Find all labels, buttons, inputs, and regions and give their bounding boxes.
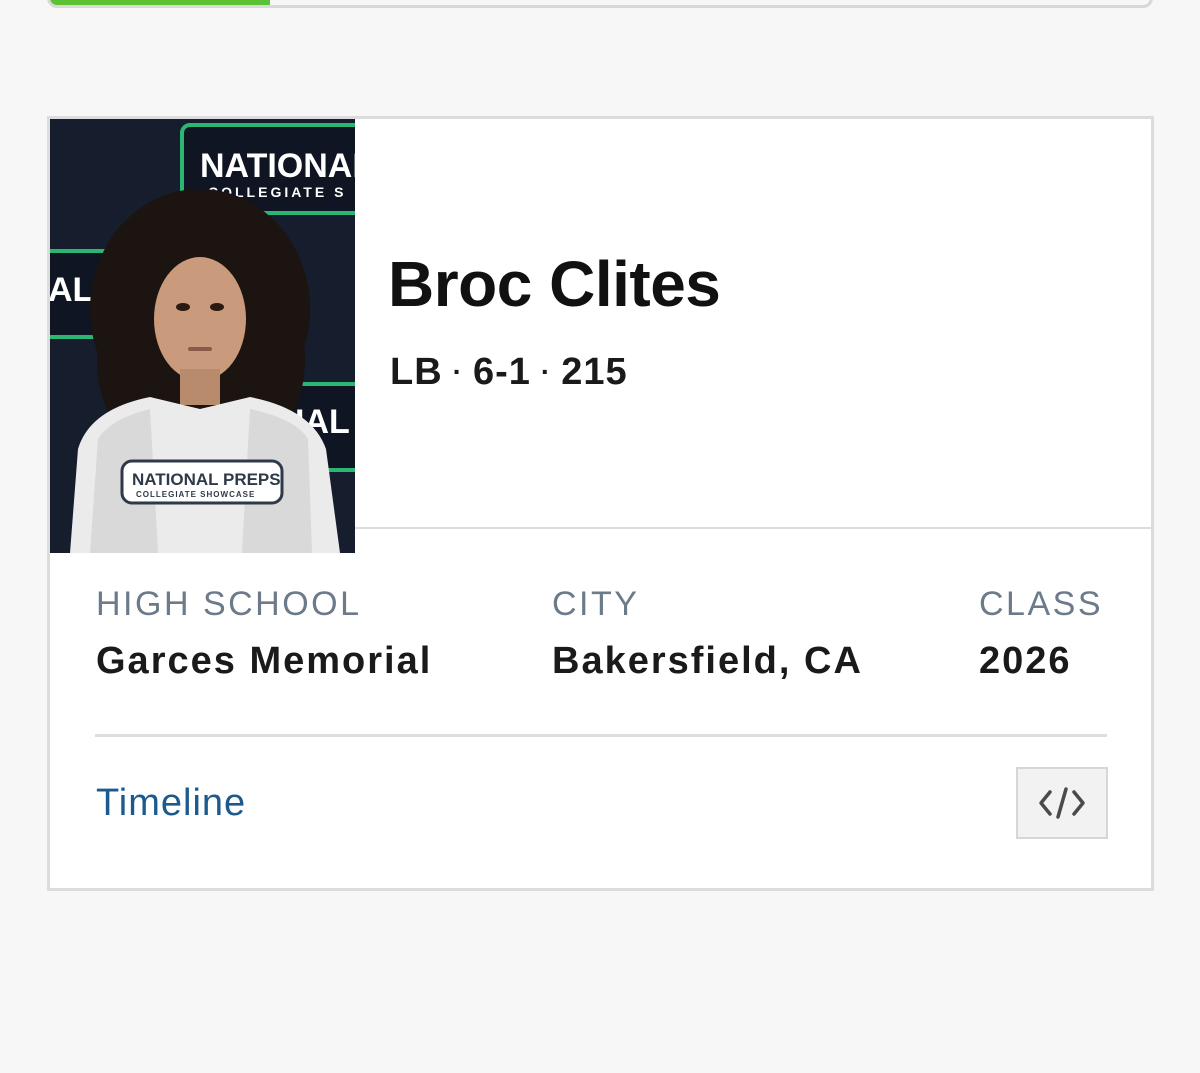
class-label: CLASS bbox=[979, 585, 1103, 623]
player-height: 6-1 bbox=[472, 351, 531, 393]
separator-dot: · bbox=[540, 356, 552, 387]
divider bbox=[95, 734, 1107, 737]
class-info: CLASS 2026 bbox=[979, 585, 1103, 683]
high-school-info: HIGH SCHOOL Garces Memorial bbox=[96, 585, 432, 683]
progress-bar bbox=[47, 0, 1153, 8]
photo-shirt-subtext: COLLEGIATE SHOWCASE bbox=[136, 490, 255, 499]
photo-logo-text: NATIONAL bbox=[200, 147, 355, 185]
city-info: CITY Bakersfield, CA bbox=[552, 585, 863, 683]
class-value: 2026 bbox=[979, 640, 1072, 682]
embed-code-button[interactable] bbox=[1016, 767, 1108, 839]
timeline-link[interactable]: Timeline bbox=[96, 782, 246, 825]
city-value: Bakersfield, CA bbox=[552, 640, 863, 682]
player-position: LB bbox=[390, 351, 443, 393]
city-label: CITY bbox=[552, 585, 640, 623]
player-header: NATIONAL COLLEGIATE S AL P IAL bbox=[50, 119, 1151, 553]
separator-dot: · bbox=[452, 356, 463, 387]
player-measurables: LB · 6-1 · 215 bbox=[390, 351, 628, 394]
player-photo: NATIONAL COLLEGIATE S AL P IAL bbox=[50, 119, 355, 553]
photo-shirt-text: NATIONAL PREPS bbox=[132, 470, 281, 489]
code-icon bbox=[1039, 787, 1085, 819]
player-photo-art: NATIONAL COLLEGIATE S AL P IAL bbox=[50, 119, 355, 553]
player-name: Broc Clites bbox=[388, 248, 721, 320]
player-card: NATIONAL COLLEGIATE S AL P IAL bbox=[47, 116, 1154, 891]
high-school-value: Garces Memorial bbox=[96, 640, 433, 682]
high-school-label: HIGH SCHOOL bbox=[96, 585, 362, 623]
progress-fill bbox=[50, 0, 270, 5]
player-weight: 215 bbox=[561, 351, 628, 393]
